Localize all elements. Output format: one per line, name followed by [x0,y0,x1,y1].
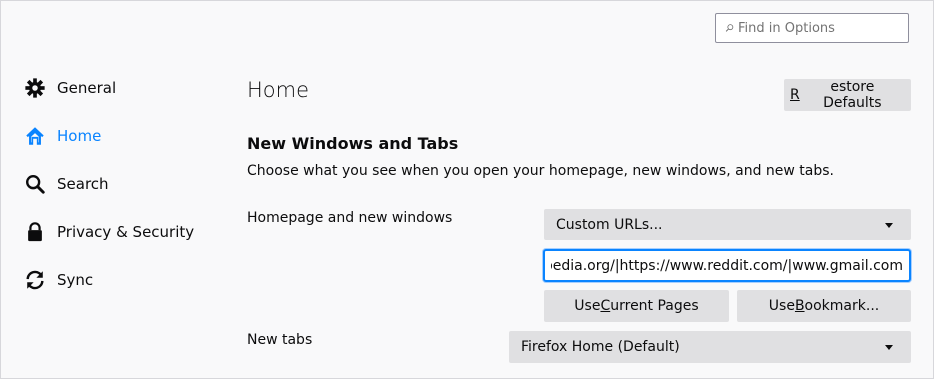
sidebar-item-label: Sync [57,271,94,289]
use-bookmark-pre: Use [768,298,795,314]
sidebar-item-general[interactable]: General [24,74,116,102]
section-title: New Windows and Tabs [247,134,459,153]
sidebar-item-home[interactable]: Home [24,122,101,150]
sidebar-item-label: General [57,79,117,97]
new-tabs-select[interactable]: Firefox Home (Default) [509,331,911,363]
search-input[interactable] [738,20,908,36]
chevron-down-icon [885,345,893,350]
sync-icon [26,270,44,290]
sidebar-item-sync[interactable]: Sync [24,266,93,294]
homepage-label: Homepage and new windows [247,210,453,226]
chevron-down-icon [885,222,893,228]
home-icon [26,127,44,145]
preferences-page [0,0,934,379]
sidebar-item-privacy[interactable]: Privacy & Security [24,218,194,246]
sidebar-item-search[interactable]: Search [24,170,109,198]
use-bookmark-button[interactable]: Use Bookmark... [737,290,911,322]
gear-icon [25,78,45,98]
homepage-url-field[interactable] [543,249,911,282]
restore-defaults-label: estore Defaults [823,79,882,111]
use-current-pages-accel: C [600,298,611,314]
new-tabs-label: New tabs [247,332,313,348]
find-in-options-search[interactable] [715,13,909,43]
restore-defaults-accel: R [790,87,800,103]
use-current-pages-post: urrent Pages [610,298,699,314]
sidebar-item-label: Privacy & Security [57,223,195,241]
use-bookmark-post: ookmark... [804,298,880,314]
sidebar-item-label: Search [57,175,109,193]
search-icon [725,24,734,32]
section-description: Choose what you see when you open your h… [247,163,835,179]
search-icon [26,175,45,194]
restore-defaults-button[interactable]: Restore Defaults [784,79,911,111]
homepage-mode-select[interactable]: Custom URLs... [544,209,911,240]
use-current-pages-pre: Use [574,298,601,314]
page-title: Home [247,78,310,102]
homepage-mode-value: Custom URLs... [556,216,663,233]
lock-icon [28,222,42,242]
sidebar-item-label: Home [57,127,102,145]
use-current-pages-button[interactable]: Use Current Pages [544,290,729,322]
new-tabs-value: Firefox Home (Default) [521,339,680,355]
use-bookmark-accel: B [794,298,805,314]
